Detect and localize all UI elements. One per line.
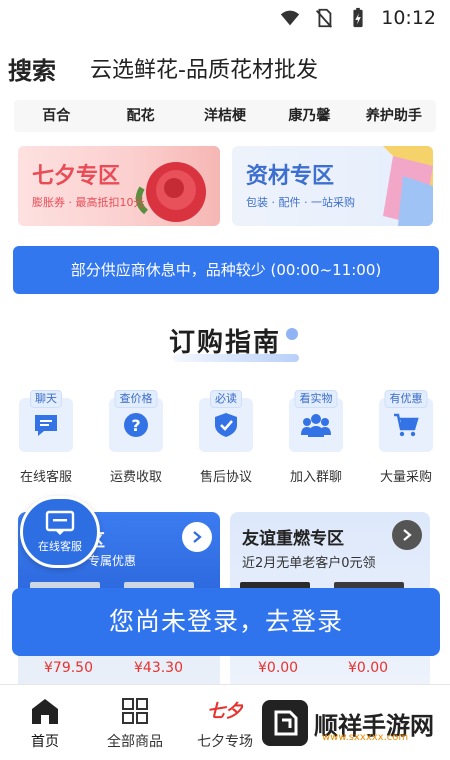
service-after-sales[interactable]: 必读 售后协议 <box>194 390 258 485</box>
home-icon <box>32 699 58 724</box>
no-sim-icon <box>316 8 333 28</box>
promo-qixi-title: 七夕专区 <box>32 164 121 189</box>
category-item-carnation[interactable]: 康乃馨 <box>267 100 351 132</box>
status-time: 10:12 <box>381 7 436 29</box>
chevron-right-icon <box>403 529 412 541</box>
watermark-logo-icon <box>262 700 308 746</box>
nav-label: 首页 <box>31 734 59 750</box>
promo-material-subtitle: 包装 · 配件 · 一站采购 <box>246 196 355 209</box>
login-button[interactable]: 您尚未登录，去登录 <box>12 588 440 656</box>
chat-icon <box>35 415 57 436</box>
service-tag: 有优惠 <box>384 390 428 408</box>
friendship-arrow-button[interactable] <box>392 520 422 550</box>
friendship-heading: 友谊重燃专区 <box>242 529 344 549</box>
category-bar: 百合 配花 洋桔梗 康乃馨 养护助手 <box>14 100 436 132</box>
guide-title: 订购指南 <box>168 328 281 358</box>
status-bar: 10:12 <box>0 0 450 36</box>
grid-icon <box>122 698 148 724</box>
service-join-group[interactable]: 看实物 加入群聊 <box>284 390 348 485</box>
watermark-site: www.sxxxxx.com <box>322 732 409 743</box>
wrapping-paper-image <box>383 146 433 226</box>
service-after-sales-box: 必读 <box>199 390 253 452</box>
service-online-support[interactable]: 聊天 在线客服 <box>14 390 78 485</box>
service-online-support-box: 聊天 <box>19 390 73 452</box>
message-icon <box>45 510 75 535</box>
special-offer-arrow-button[interactable] <box>182 522 212 552</box>
floating-support-label: 在线客服 <box>38 540 82 553</box>
rose-image <box>135 162 206 222</box>
battery-charging-icon <box>353 7 363 28</box>
promo-material-title: 资材专区 <box>246 164 335 189</box>
service-label: 运费收取 <box>109 470 162 485</box>
promo-material-banner[interactable]: 资材专区 包装 · 配件 · 一站采购 <box>232 146 433 226</box>
category-item-care-helper[interactable]: 养护助手 <box>352 100 436 132</box>
floating-support-button[interactable]: 在线客服 <box>20 496 100 568</box>
qixi-icon: 七夕 <box>207 701 243 722</box>
promo-qixi-subtitle: 膨胀券 · 最高抵扣10元 <box>32 196 145 209</box>
category-item-lily[interactable]: 百合 <box>14 100 98 132</box>
app-title: 云选鲜花-品质花材批发 <box>90 58 318 83</box>
svg-text:?: ? <box>131 416 140 435</box>
nav-home[interactable]: 首页 <box>0 685 90 760</box>
search-button[interactable]: 搜索 <box>8 51 56 86</box>
nav-label: 七夕专场 <box>197 734 253 750</box>
service-shipping-fee[interactable]: 查价格 ? 运费收取 <box>104 390 168 485</box>
group-icon <box>301 414 331 437</box>
shield-check-icon <box>215 413 237 437</box>
nav-all-products[interactable]: 全部商品 <box>90 685 180 760</box>
service-join-group-box: 看实物 <box>289 390 343 452</box>
product-price: ¥0.00 <box>348 660 389 676</box>
service-shipping-fee-box: 查价格 ? <box>109 390 163 452</box>
category-item-eustoma[interactable]: 洋桔梗 <box>183 100 267 132</box>
wifi-icon <box>281 10 300 26</box>
svg-text:七夕: 七夕 <box>207 701 243 722</box>
service-label: 售后协议 <box>199 470 252 485</box>
product-price: ¥0.00 <box>258 660 299 676</box>
service-bulk-purchase-box: 有优惠 <box>379 390 433 452</box>
product-price: ¥43.30 <box>134 660 183 676</box>
chevron-right-icon <box>193 531 202 543</box>
nav-label: 全部商品 <box>107 734 163 750</box>
service-label: 在线客服 <box>19 470 72 485</box>
cart-icon <box>394 413 419 437</box>
guide-title-dot <box>286 328 298 340</box>
category-item-filler[interactable]: 配花 <box>98 100 182 132</box>
question-icon: ? <box>124 413 148 437</box>
supplier-notice-bar: 部分供应商休息中，品种较少 (00:00~11:00) <box>13 246 439 294</box>
nav-qixi[interactable]: 七夕 七夕专场 <box>180 685 270 760</box>
product-price: ¥79.50 <box>44 660 93 676</box>
promo-qixi-banner[interactable]: 七夕专区 膨胀券 · 最高抵扣10元 <box>18 146 220 226</box>
service-tag: 查价格 <box>114 390 158 408</box>
service-label: 加入群聊 <box>289 470 342 485</box>
site-watermark: 顺祥手游网 www.sxxxxx.com <box>262 696 450 750</box>
special-offer-subtitle: 专属优惠 <box>88 554 137 568</box>
header: 搜索 云选鲜花-品质花材批发 <box>0 46 450 90</box>
service-tag: 看实物 <box>294 390 338 408</box>
service-tag: 必读 <box>210 390 242 408</box>
friendship-subtitle: 近2月无单老客户0元领 <box>242 556 376 571</box>
service-tag: 聊天 <box>30 390 62 408</box>
service-label: 大量采购 <box>379 470 432 485</box>
service-bulk-purchase[interactable]: 有优惠 大量采购 <box>374 390 438 485</box>
